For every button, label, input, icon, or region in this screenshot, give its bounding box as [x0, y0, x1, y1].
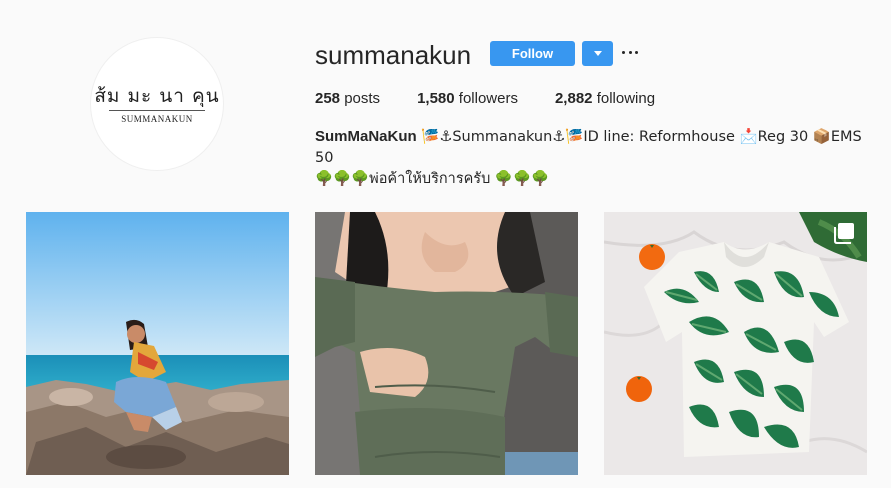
followers-stat[interactable]: 1,580 followers — [417, 90, 518, 108]
carousel-icon — [834, 223, 854, 244]
posts-stat: 258 posts — [315, 90, 380, 108]
beach-rocks-photo — [26, 212, 289, 475]
post-thumbnail-shirt[interactable] — [604, 212, 867, 475]
posts-label: posts — [344, 90, 381, 107]
dot — [628, 50, 632, 54]
follow-button[interactable]: Follow — [490, 41, 575, 66]
followers-count: 1,580 — [417, 90, 455, 107]
off-shoulder-top-photo — [315, 212, 578, 475]
bio-full-name: SumMaNaKun — [315, 128, 417, 145]
following-stat[interactable]: 2,882 following — [555, 90, 655, 108]
following-count: 2,882 — [554, 90, 593, 107]
avatar-thai-text: ส้ม มะ นา คุน — [94, 85, 220, 107]
bio-line-1: SumMaNaKun 🎏⚓Summanakun⚓🎏ID line: Reform… — [315, 126, 875, 169]
profile-stats: 258 posts 1,580 followers 2,882 followin… — [315, 90, 692, 108]
leaf-print-shirt-photo — [604, 212, 867, 475]
avatar-divider — [109, 110, 205, 111]
followers-label: followers — [458, 90, 518, 107]
posts-count: 258 — [315, 90, 341, 107]
suggestions-dropdown-button[interactable] — [582, 41, 613, 66]
more-options-icon[interactable] — [622, 44, 638, 60]
post-thumbnail-top[interactable] — [315, 212, 578, 475]
profile-username: summanakun — [315, 40, 472, 70]
profile-avatar[interactable]: ส้ม มะ นา คุน SUMMANAKUN — [90, 37, 224, 171]
bio-line-2: 🌳🌳🌳พ่อค้าให้บริการครับ 🌳🌳🌳 — [315, 171, 550, 187]
profile-bio: SumMaNaKun 🎏⚓Summanakun⚓🎏ID line: Reform… — [315, 126, 875, 190]
post-thumbnail-beach[interactable] — [26, 212, 289, 475]
chevron-down-icon — [593, 51, 602, 56]
dot — [622, 50, 625, 54]
following-label: following — [596, 90, 656, 107]
avatar-latin-text: SUMMANAKUN — [121, 114, 193, 124]
dot — [635, 50, 638, 54]
